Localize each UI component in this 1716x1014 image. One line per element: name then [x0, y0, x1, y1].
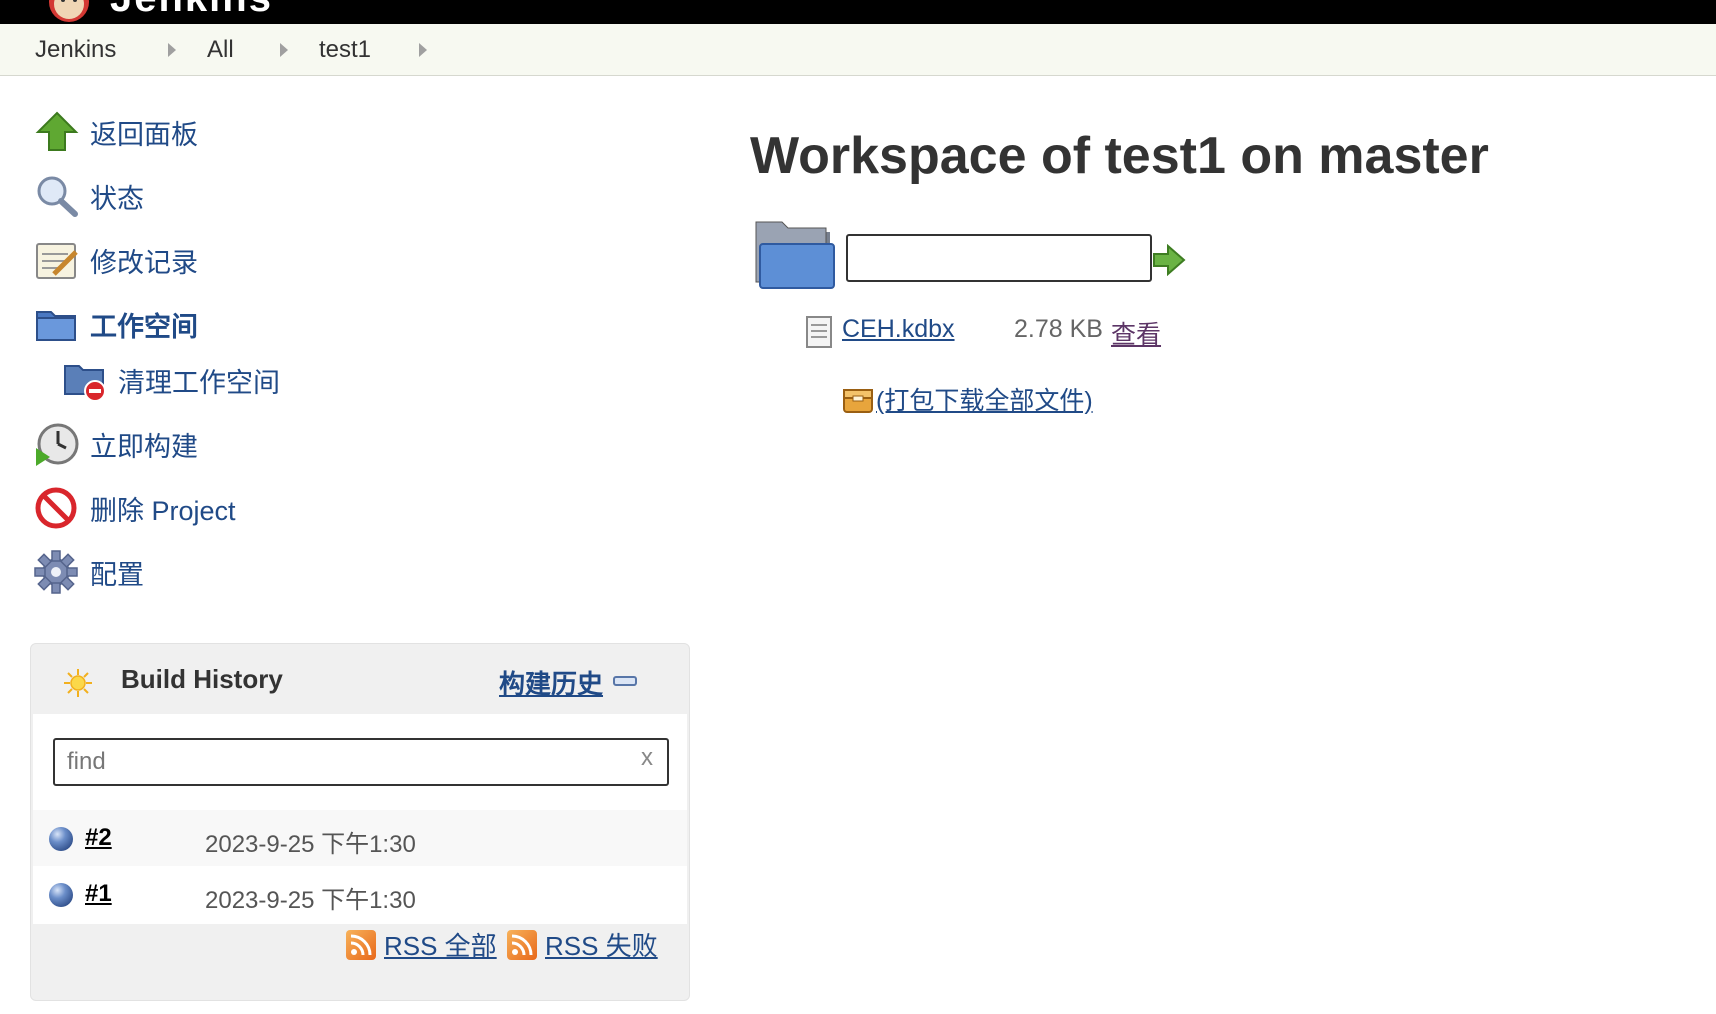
build-time: 2023-9-25 下午1:30 — [205, 831, 416, 858]
breadcrumb-all[interactable]: All — [207, 36, 234, 64]
task-label: 立即构建 — [90, 431, 198, 462]
build-row: #1 2023-9-25 下午1:30 — [33, 866, 687, 922]
magnifier-icon — [37, 176, 78, 217]
view-file-link[interactable]: 查看 — [1111, 315, 1161, 351]
task-label: 清理工作空间 — [118, 367, 280, 398]
rss-failed-label: RSS 失败 — [545, 931, 658, 961]
up-arrow-icon — [35, 111, 79, 151]
jenkins-logo-icon[interactable] — [34, 0, 104, 22]
rss-icon — [507, 929, 537, 960]
task-build-now[interactable]: 立即构建 — [34, 422, 198, 466]
task-status[interactable]: 状态 — [34, 174, 144, 218]
task-back-to-dashboard[interactable]: 返回面板 — [34, 110, 198, 154]
clock-play-icon — [36, 423, 79, 466]
build-status-ball-icon[interactable] — [49, 883, 73, 907]
no-entry-icon — [35, 487, 77, 529]
build-status-ball-icon[interactable] — [49, 827, 73, 851]
top-header: Jenkins — [0, 0, 1716, 24]
build-history-body: x #2 2023-9-25 下午1:30 #1 2023-9-25 下午1:3… — [33, 714, 687, 924]
go-arrow-icon[interactable] — [1152, 244, 1186, 276]
task-workspace[interactable]: 工作空间 — [34, 302, 198, 346]
build-time: 2023-9-25 下午1:30 — [205, 887, 416, 914]
build-row: #2 2023-9-25 下午1:30 — [33, 810, 687, 866]
workspace-path-input[interactable] — [846, 234, 1152, 282]
build-search-input[interactable] — [53, 738, 669, 786]
folder-icon — [755, 221, 835, 289]
breadcrumb-jenkins[interactable]: Jenkins — [35, 36, 116, 64]
breadcrumb-chevron-icon[interactable] — [419, 43, 427, 57]
sun-icon — [64, 669, 92, 697]
file-icon — [806, 316, 832, 348]
breadcrumb-chevron-icon[interactable] — [280, 43, 288, 57]
page-title: Workspace of test1 on master — [750, 127, 1489, 185]
gear-icon — [34, 550, 78, 594]
task-label: 配置 — [90, 559, 144, 590]
build-history-header: Build History 构建历史 — [31, 644, 689, 714]
download-all-zip-link[interactable]: (打包下载全部文件) — [876, 381, 1093, 417]
rss-icon — [346, 929, 376, 960]
file-size: 2.78 KB — [1014, 315, 1103, 343]
task-label: 修改记录 — [90, 247, 198, 278]
breadcrumb: Jenkins All test1 — [0, 24, 1716, 76]
folder-delete-icon — [64, 365, 106, 402]
task-delete-project[interactable]: 删除 Project — [34, 486, 236, 530]
clear-search-icon[interactable]: x — [641, 744, 653, 772]
rss-failed-link[interactable]: RSS 失败 — [507, 926, 658, 963]
task-wipe-workspace[interactable]: 清理工作空间 — [62, 358, 280, 402]
task-label: 返回面板 — [90, 119, 198, 150]
task-label: 状态 — [90, 183, 144, 214]
jenkins-logo-text[interactable]: Jenkins — [110, 0, 273, 21]
build-number-link[interactable]: #2 — [85, 824, 112, 852]
task-configure[interactable]: 配置 — [34, 550, 144, 594]
collapse-icon[interactable] — [613, 676, 637, 686]
package-icon — [843, 389, 873, 413]
task-changes[interactable]: 修改记录 — [34, 238, 198, 282]
breadcrumb-chevron-icon[interactable] — [168, 43, 176, 57]
rss-all-link[interactable]: RSS 全部 — [346, 926, 497, 963]
file-link[interactable]: CEH.kdbx — [842, 315, 955, 344]
task-label: 删除 Project — [90, 495, 236, 526]
rss-all-label: RSS 全部 — [384, 931, 497, 961]
folder-icon — [36, 311, 76, 341]
build-number-link[interactable]: #1 — [85, 880, 112, 908]
breadcrumb-test1[interactable]: test1 — [319, 36, 371, 64]
build-history-title: Build History — [121, 664, 283, 694]
build-trend-link[interactable]: 构建历史 — [499, 664, 603, 701]
task-label: 工作空间 — [90, 311, 198, 342]
notepad-icon — [36, 243, 78, 279]
